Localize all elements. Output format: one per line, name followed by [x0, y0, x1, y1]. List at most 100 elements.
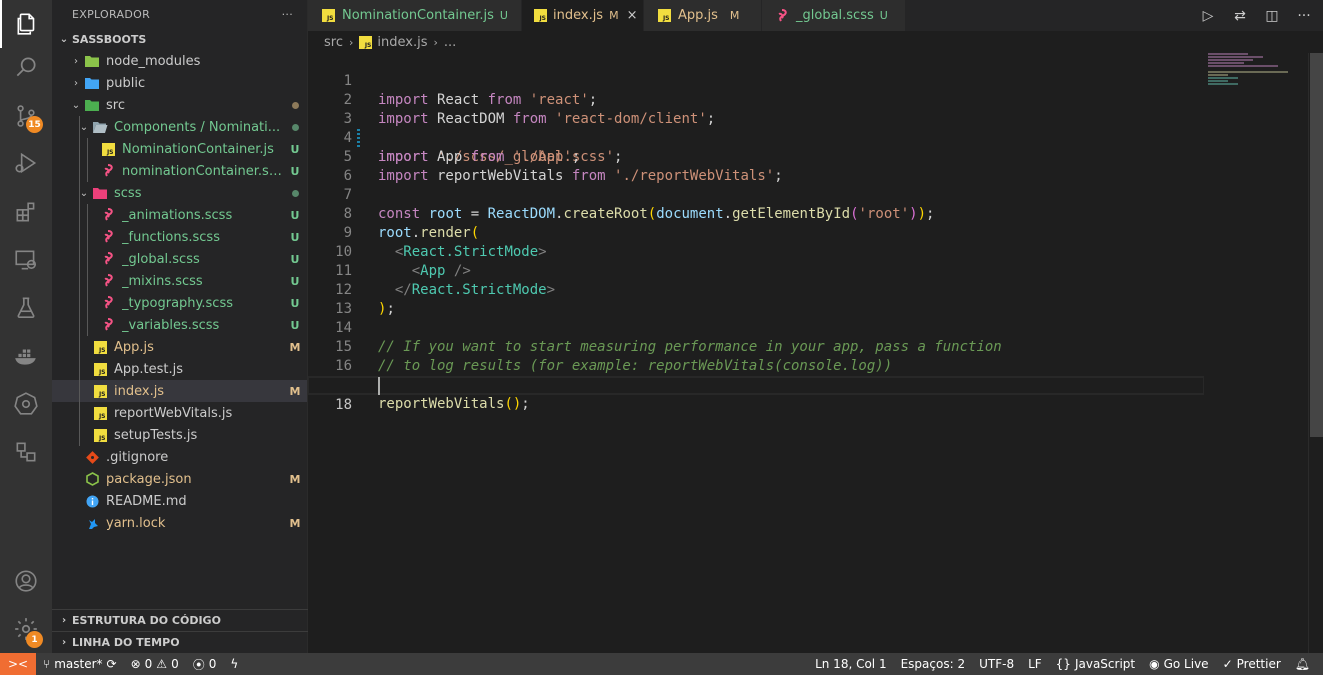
source-control-icon[interactable]: 15 — [0, 92, 52, 140]
src-folder-icon — [84, 97, 100, 113]
workspace-root[interactable]: ⌄ SASSBOOTS — [52, 28, 307, 50]
split-editor-icon[interactable]: ◫ — [1263, 8, 1281, 24]
lightning-indicator[interactable]: ϟ — [223, 657, 245, 671]
status-bar: >< ⑂ master* ⟳ ⊗ 0 ⚠ 0 ⦿ 0 ϟ Ln 18, Col … — [0, 653, 1323, 675]
timeline-section[interactable]: › LINHA DO TEMPO — [52, 631, 308, 653]
tree-item-label: yarn.lock — [106, 515, 166, 531]
code-line: 8 root.render( — [308, 186, 1204, 241]
extensions-icon[interactable] — [0, 188, 52, 236]
tree-item-label: package.json — [106, 471, 192, 487]
remote-indicator[interactable]: >< — [0, 653, 36, 675]
tree-item-label: _variables.scss — [122, 317, 220, 333]
tab-status: U — [879, 9, 888, 22]
indent-guide — [87, 292, 88, 314]
tree-item-app-test-js[interactable]: JS App.test.js — [52, 358, 307, 380]
sync-icon: ⟳ — [106, 657, 117, 671]
account-icon[interactable] — [0, 557, 52, 605]
sass-file-icon — [100, 229, 116, 245]
tree-item-label: NominationContainer.js — [122, 141, 274, 157]
language-mode[interactable]: {} JavaScript — [1049, 657, 1142, 671]
current-line: 18 — [308, 376, 1204, 413]
tree-item-components[interactable]: ⌄ Components / Nominati... — [52, 116, 307, 138]
tree-item-mixins-scss[interactable]: _mixins.scss U — [52, 270, 307, 292]
code-text: reportWebVitals(); — [378, 396, 530, 412]
encoding[interactable]: UTF-8 — [972, 657, 1021, 671]
indent-guide — [79, 182, 80, 204]
indent-guide — [79, 248, 80, 270]
outline-section-label: ESTRUTURA DO CÓDIGO — [72, 614, 221, 627]
remote-explorer-icon[interactable] — [0, 236, 52, 284]
tree-item-nomination-container-js[interactable]: JS NominationContainer.js U — [52, 138, 307, 160]
breadcrumb-folder[interactable]: src — [324, 35, 343, 50]
breadcrumb-file[interactable]: index.js — [377, 35, 427, 50]
tree-item-index-js[interactable]: JS index.js M — [52, 380, 307, 402]
sass-file-icon — [100, 273, 116, 289]
status-badge: M — [289, 340, 301, 354]
kubernetes-icon[interactable] — [0, 380, 52, 428]
tab-global-scss[interactable]: _global.scss U — [762, 0, 906, 31]
warning-count: 0 — [171, 657, 179, 671]
tree-item-gitignore[interactable]: .gitignore — [52, 446, 307, 468]
javascript-file-icon: JS — [92, 361, 108, 377]
run-icon[interactable]: ▷ — [1199, 8, 1217, 24]
javascript-file-icon: JS — [92, 405, 108, 421]
tree-item-scss-folder[interactable]: ⌄ scss — [52, 182, 307, 204]
breadcrumb-symbol[interactable]: ... — [444, 35, 456, 50]
more-actions-icon[interactable]: ··· — [1295, 8, 1313, 24]
branch-indicator[interactable]: ⑂ master* ⟳ — [36, 657, 124, 671]
tree-item-label: _animations.scss — [122, 207, 233, 223]
tree-item-animations-scss[interactable]: _animations.scss U — [52, 204, 307, 226]
compare-changes-icon[interactable]: ⇄ — [1231, 8, 1249, 24]
indentation[interactable]: Espaços: 2 — [894, 657, 973, 671]
problems-indicator[interactable]: ⊗ 0 ⚠ 0 — [124, 657, 186, 671]
javascript-file-icon: JS — [92, 427, 108, 443]
tree-item-app-js[interactable]: JS App.js M — [52, 336, 307, 358]
explorer-icon[interactable] — [0, 0, 52, 48]
tree-item-global-scss[interactable]: _global.scss U — [52, 248, 307, 270]
cursor-position[interactable]: Ln 18, Col 1 — [808, 657, 894, 671]
minimap[interactable] — [1208, 53, 1293, 93]
tree-item-package-json[interactable]: package.json M — [52, 468, 307, 490]
scrollbar-thumb[interactable] — [1310, 53, 1323, 437]
search-icon[interactable] — [0, 43, 52, 91]
code-editor[interactable]: 1 import React from 'react'; 2 import Re… — [308, 53, 1308, 653]
tree-item-yarn-lock[interactable]: yarn.lock M — [52, 512, 307, 534]
tab-app-js[interactable]: JS App.js M — [644, 0, 762, 31]
tree-item-public[interactable]: › public — [52, 72, 307, 94]
ports-indicator[interactable]: ⦿ 0 — [186, 656, 224, 673]
notifications-button[interactable]: 🔔︎ — [1288, 657, 1317, 671]
indent-guide — [87, 314, 88, 336]
tree-item-variables-scss[interactable]: _variables.scss U — [52, 314, 307, 336]
tree-item-nomination-container-scss[interactable]: nominationContainer.scss U — [52, 160, 307, 182]
project-manager-icon[interactable] — [0, 428, 52, 476]
tab-nomination-container-js[interactable]: JS NominationContainer.js U — [308, 0, 522, 31]
tree-item-report-web-vitals-js[interactable]: JS reportWebVitals.js — [52, 402, 307, 424]
sass-file-icon — [100, 207, 116, 223]
tree-item-typography-scss[interactable]: _typography.scss U — [52, 292, 307, 314]
tab-index-js[interactable]: JS index.js M × — [522, 0, 644, 31]
outline-section[interactable]: › ESTRUTURA DO CÓDIGO — [52, 609, 308, 631]
tree-item-setup-tests-js[interactable]: JS setupTests.js — [52, 424, 307, 446]
prettier-indicator[interactable]: ✓ Prettier — [1216, 657, 1288, 671]
close-icon[interactable]: × — [627, 8, 638, 23]
testing-icon[interactable] — [0, 284, 52, 332]
tree-item-functions-scss[interactable]: _functions.scss U — [52, 226, 307, 248]
docker-icon[interactable] — [0, 332, 52, 380]
code-line: 11 </React.StrictMode> — [308, 243, 1204, 298]
vertical-scrollbar[interactable] — [1308, 53, 1323, 653]
more-actions-icon[interactable]: ··· — [282, 8, 293, 21]
indentation-label: Espaços: 2 — [900, 657, 966, 671]
run-debug-icon[interactable] — [0, 139, 52, 187]
encoding-label: UTF-8 — [979, 657, 1015, 671]
tree-item-readme[interactable]: README.md — [52, 490, 307, 512]
tree-item-node-modules[interactable]: › node_modules — [52, 50, 307, 72]
go-live-button[interactable]: ◉ Go Live — [1142, 657, 1215, 671]
status-bar-right: Ln 18, Col 1 Espaços: 2 UTF-8 LF {} Java… — [808, 657, 1323, 671]
end-of-line[interactable]: LF — [1021, 657, 1049, 671]
status-badge: U — [290, 208, 300, 222]
explorer-header: EXPLORADOR ··· — [52, 0, 307, 28]
settings-gear-icon[interactable]: 1 — [0, 605, 52, 653]
tree-item-src[interactable]: ⌄ src — [52, 94, 307, 116]
indent-guide — [87, 138, 88, 160]
nodejs-icon — [84, 471, 100, 487]
